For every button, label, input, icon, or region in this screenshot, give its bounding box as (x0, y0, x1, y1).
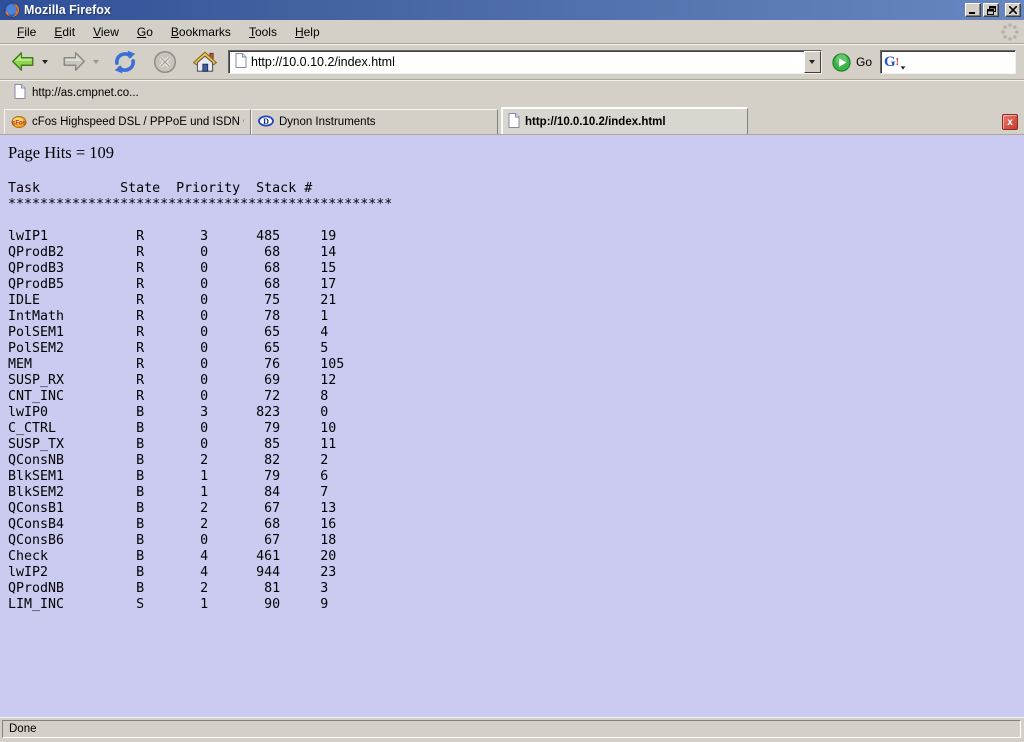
go-button[interactable]: Go (828, 53, 878, 72)
status-panel: Done (2, 720, 1021, 738)
window-title: Mozilla Firefox (24, 3, 965, 17)
browser-viewport: Page Hits = 109 Task State Priority Stac… (0, 135, 1024, 717)
search-engine-google-icon[interactable]: G! (884, 55, 906, 70)
forward-button[interactable] (59, 47, 89, 77)
minimize-icon (969, 6, 977, 14)
back-icon (10, 49, 36, 75)
menu-bookmarks[interactable]: Bookmarks (162, 22, 240, 42)
cfos-icon: cFos (11, 113, 27, 132)
firefox-icon (4, 2, 20, 18)
tab-label: cFos Highspeed DSL / PPPoE und ISDN CAP.… (32, 116, 244, 128)
url-input[interactable] (251, 52, 804, 72)
go-icon (832, 53, 851, 72)
minimize-button[interactable] (965, 3, 981, 17)
throbber-icon (1000, 22, 1020, 42)
stop-button[interactable] (150, 47, 180, 77)
dynon-icon: D (258, 113, 274, 132)
tab-2[interactable]: D Dynon Instruments (251, 109, 498, 134)
home-icon (192, 49, 218, 75)
close-icon (1009, 6, 1017, 14)
navigation-toolbar: Go G! (0, 44, 1024, 80)
url-dropdown-button[interactable] (804, 51, 821, 73)
tab-label: http://10.0.10.2/index.html (525, 116, 666, 128)
tab-3[interactable]: http://10.0.10.2/index.html (501, 107, 748, 134)
back-button[interactable] (8, 47, 38, 77)
restore-button[interactable] (983, 3, 999, 17)
page-icon (235, 53, 247, 71)
title-bar: Mozilla Firefox (0, 0, 1024, 20)
reload-button[interactable] (110, 47, 140, 77)
page-icon (14, 84, 26, 102)
search-input[interactable] (909, 53, 1024, 71)
bookmark-label: http://as.cmpnet.co... (32, 87, 139, 99)
status-text: Done (9, 723, 37, 735)
home-button[interactable] (190, 47, 220, 77)
status-bar: Done (0, 717, 1024, 742)
task-table: Task State Priority Stack # ************… (8, 181, 1024, 613)
svg-text:D: D (263, 117, 269, 126)
menu-go[interactable]: Go (128, 22, 162, 42)
tab-label: Dynon Instruments (279, 116, 376, 128)
tab-bar: cFos cFos Highspeed DSL / PPPoE und ISDN … (0, 104, 1024, 135)
menu-help[interactable]: Help (286, 22, 329, 42)
page-hits-text: Page Hits = 109 (8, 143, 1024, 163)
page-icon (508, 113, 520, 131)
svg-text:cFos: cFos (12, 120, 27, 126)
close-button[interactable] (1005, 3, 1021, 17)
stop-icon (152, 49, 178, 75)
close-tab-button[interactable]: x (1002, 114, 1018, 130)
menu-tools[interactable]: Tools (240, 22, 286, 42)
menu-view[interactable]: View (84, 22, 128, 42)
bookmarks-toolbar: http://as.cmpnet.co... (0, 80, 1024, 104)
menu-bar: FileEditViewGoBookmarksToolsHelp (0, 20, 1024, 44)
go-label: Go (856, 55, 872, 69)
forward-dropdown-caret[interactable] (91, 60, 100, 64)
tab-1[interactable]: cFos cFos Highspeed DSL / PPPoE und ISDN … (4, 109, 251, 134)
back-dropdown-caret[interactable] (40, 60, 49, 64)
menu-edit[interactable]: Edit (45, 22, 84, 42)
menu-file[interactable]: File (8, 22, 45, 42)
restore-icon (987, 6, 996, 15)
search-box[interactable]: G! (880, 50, 1016, 74)
reload-icon (112, 49, 138, 75)
bookmark-item[interactable]: http://as.cmpnet.co... (10, 82, 143, 104)
address-bar[interactable] (228, 50, 822, 74)
forward-icon (61, 49, 87, 75)
